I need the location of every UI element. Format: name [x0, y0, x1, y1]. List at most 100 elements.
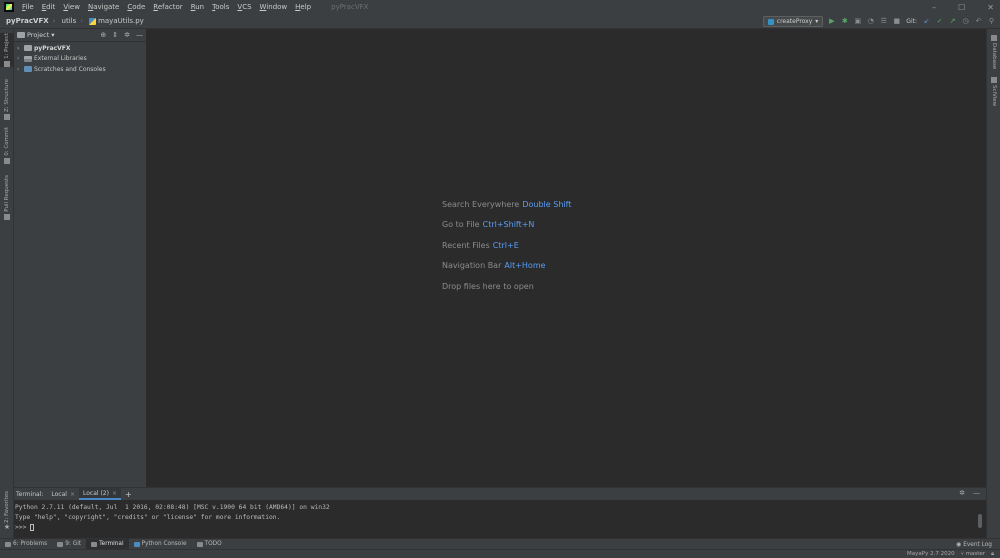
terminal-output[interactable]: Python 2.7.11 (default, Jul 1 2016, 02:0…	[14, 500, 986, 533]
terminal-label: Terminal:	[16, 490, 44, 498]
project-icon	[4, 60, 10, 67]
stop-icon[interactable]: ■	[892, 17, 901, 26]
tab-problems[interactable]: 6: Problems	[0, 539, 52, 550]
gear-icon[interactable]: ✲	[959, 489, 965, 497]
menu-help[interactable]: Help	[291, 0, 315, 14]
git-update-icon[interactable]: ↙	[922, 17, 931, 26]
window-title: pyPracVFX	[331, 3, 369, 11]
tab-structure[interactable]: Z: Structure	[0, 79, 14, 120]
coverage-icon[interactable]: ▣	[853, 17, 862, 26]
chevron-right-icon[interactable]: ›	[17, 45, 24, 52]
tab-project[interactable]: 1: Project	[0, 33, 14, 67]
menu-window[interactable]: Window	[256, 0, 292, 14]
git-commit-icon[interactable]: ✓	[935, 17, 944, 26]
rollback-icon[interactable]: ↶	[974, 17, 983, 26]
project-tree: › pyPracVFX › External Libraries › Scrat…	[14, 42, 146, 75]
folder-icon	[24, 45, 32, 52]
terminal-line: Type "help", "copyright", "credits" or "…	[15, 514, 281, 521]
left-tool-stripe: 1: Project Z: Structure 0: Commit Pull R…	[0, 29, 14, 538]
menu-bar: File Edit View Navigate Code Refactor Run Tools…	[0, 0, 1000, 14]
editor-area[interactable]: Search Everywhere Double Shift Go to File…	[147, 29, 986, 487]
git-branch[interactable]: ⑂ master	[961, 550, 985, 558]
tree-item-project-root[interactable]: › pyPracVFX	[14, 43, 146, 54]
history-icon[interactable]: ◷	[961, 17, 970, 26]
hint-navigation-bar: Navigation Bar Alt+Home	[442, 261, 546, 271]
debug-icon[interactable]: ✱	[840, 17, 849, 26]
menu-file[interactable]: File	[18, 0, 38, 14]
right-tool-stripe: Database SciView	[986, 29, 1000, 538]
gear-icon[interactable]: ✲	[124, 31, 130, 39]
event-log-icon: ◉	[955, 541, 962, 548]
hide-icon[interactable]: —	[136, 31, 143, 39]
minimize-icon[interactable]: –	[932, 3, 936, 12]
breadcrumb-file[interactable]: mayaUtils.py	[83, 17, 144, 25]
tab-python-console[interactable]: Python Console	[129, 539, 192, 550]
python-file-icon	[89, 17, 97, 25]
terminal-icon	[91, 541, 98, 547]
maximize-icon[interactable]: ☐	[958, 3, 965, 12]
chevron-right-icon[interactable]: ›	[17, 55, 24, 62]
tab-sciview[interactable]: SciView	[987, 77, 1000, 106]
menu-vcs[interactable]: VCS	[233, 0, 255, 14]
tab-favorites[interactable]: 2: Favorites ★	[0, 491, 14, 531]
run-configuration-select[interactable]: createProxy ▾	[762, 16, 824, 27]
menu-run[interactable]: Run	[187, 0, 208, 14]
menu-code[interactable]: Code	[123, 0, 149, 14]
project-panel-header: Project ▾ ⊕ ⇕ ✲ —	[14, 29, 146, 42]
chevron-down-icon: ▾	[51, 31, 55, 39]
tab-pull-requests[interactable]: Pull Requests	[0, 175, 14, 220]
folder-icon	[17, 32, 25, 38]
run-icon[interactable]: ▶	[827, 17, 836, 26]
terminal-actions: ✲ —	[959, 489, 980, 497]
hide-icon[interactable]: —	[973, 489, 980, 497]
search-icon[interactable]: ⚲	[987, 17, 996, 26]
menu-refactor[interactable]: Refactor	[149, 0, 186, 14]
tree-item-external-libraries[interactable]: › External Libraries	[14, 54, 146, 65]
lock-icon[interactable]: 🔒︎	[991, 550, 994, 558]
menu-navigate[interactable]: Navigate	[84, 0, 123, 14]
collapse-all-icon[interactable]: ⇕	[112, 31, 118, 39]
breadcrumb-folder[interactable]: utils ›	[56, 17, 84, 25]
close-icon[interactable]: ×	[112, 490, 117, 497]
status-bar: MayaPy 2.7 2020 ⑂ master 🔒︎	[0, 549, 1000, 558]
terminal-scrollbar[interactable]	[978, 514, 982, 528]
locate-icon[interactable]: ⊕	[100, 31, 106, 39]
build-icon[interactable]: ☰	[879, 17, 888, 26]
tab-commit[interactable]: 0: Commit	[0, 127, 14, 164]
bottom-tool-bar: 6: Problems 9: Git Terminal Python Conso…	[0, 538, 1000, 550]
new-terminal-icon[interactable]: +	[121, 490, 136, 499]
terminal-tab-bar: Terminal: Local × Local (2) × + ✲ —	[14, 488, 986, 500]
menu-tools[interactable]: Tools	[208, 0, 233, 14]
sciview-icon	[991, 77, 997, 83]
hint-drop-files: Drop files here to open	[442, 281, 534, 291]
star-icon: ★	[3, 522, 11, 531]
profile-icon[interactable]: ◔	[866, 17, 875, 26]
tree-item-scratches[interactable]: › Scratches and Consoles	[14, 64, 146, 75]
menu-items: File Edit View Navigate Code Refactor Run Tools…	[18, 0, 315, 14]
main-toolbar: createProxy ▾ ▶ ✱ ▣ ◔ ☰ ■ Git: ↙ ✓ ↗ ◷ ↶…	[762, 15, 996, 28]
git-label: Git:	[906, 18, 917, 25]
project-panel: Project ▾ ⊕ ⇕ ✲ — › pyPracVFX › External…	[14, 29, 147, 487]
menu-edit[interactable]: Edit	[38, 0, 60, 14]
breadcrumb-project[interactable]: pyPracVFX ›	[0, 17, 56, 25]
pycharm-logo-icon	[4, 2, 14, 12]
git-push-icon[interactable]: ↗	[948, 17, 957, 26]
branch-icon: ⑂	[960, 551, 964, 557]
terminal-cursor	[30, 523, 35, 531]
tab-database[interactable]: Database	[987, 35, 1000, 69]
close-icon[interactable]: ×	[70, 491, 75, 498]
terminal-tab-local-2[interactable]: Local (2) ×	[78, 488, 121, 500]
tab-todo[interactable]: TODO	[192, 539, 227, 550]
close-icon[interactable]: ✕	[987, 3, 994, 12]
terminal-line: Python 2.7.11 (default, Jul 1 2016, 02:0…	[15, 504, 330, 511]
window-controls: – ☐ ✕	[932, 0, 994, 14]
tab-terminal[interactable]: Terminal	[86, 538, 129, 550]
menu-view[interactable]: View	[59, 0, 84, 14]
scratches-icon	[24, 66, 32, 73]
terminal-tab-local[interactable]: Local ×	[47, 488, 79, 500]
commit-icon	[4, 157, 10, 164]
python-interpreter[interactable]: MayaPy 2.7 2020	[907, 550, 955, 558]
tab-git[interactable]: 9: Git	[52, 539, 86, 550]
chevron-right-icon[interactable]: ›	[17, 66, 24, 73]
project-view-select[interactable]: Project ▾	[17, 31, 55, 39]
